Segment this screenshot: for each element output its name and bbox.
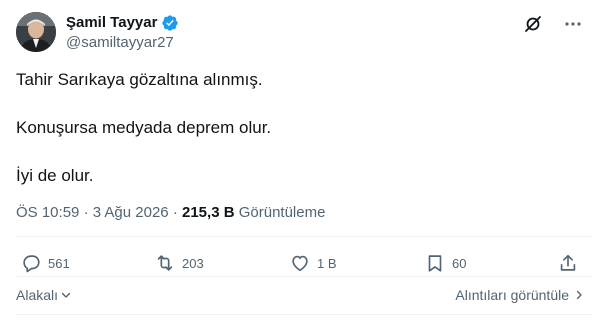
author-display-name[interactable]: Şamil Tayyar [66, 13, 157, 33]
retweet-count: 203 [182, 255, 204, 271]
divider [16, 276, 593, 277]
like-button[interactable]: 1 B [289, 252, 337, 274]
bookmark-count: 60 [452, 255, 467, 271]
tweet-date[interactable]: 3 Ağu 2026 [93, 204, 169, 221]
tweet-paragraph: Tahir Sarıkaya gözaltına alınmış. [16, 70, 263, 89]
bookmark-button[interactable]: 60 [424, 252, 466, 274]
tweet-text: Tahir Sarıkaya gözaltına alınmış. Konuşu… [16, 68, 576, 188]
heart-icon [292, 255, 308, 272]
more-icon[interactable] [563, 14, 583, 34]
bookmark-icon [428, 255, 442, 272]
views-label: Görüntüleme [238, 204, 326, 221]
sort-label: Alakalı [16, 287, 59, 303]
author-handle[interactable]: @samiltayyar27 [66, 33, 174, 53]
author-name-row[interactable]: Şamil Tayyar [66, 13, 179, 33]
tweet-paragraph: Konuşursa medyada deprem olur. [16, 118, 272, 137]
quotes-link-label: Alıntıları görüntüle [455, 287, 569, 303]
divider [16, 314, 593, 315]
like-count: 1 B [317, 255, 337, 271]
tweet-metadata: ÖS 10:59 · 3 Ağu 2026 · 215,3 B Görüntül… [16, 203, 325, 223]
share-icon [560, 254, 576, 271]
reply-count: 561 [48, 255, 70, 271]
meta-separator: · [83, 204, 89, 221]
avatar[interactable] [16, 12, 56, 52]
chevron-down-icon [61, 292, 71, 298]
retweet-button[interactable]: 203 [154, 252, 204, 274]
divider [16, 236, 593, 237]
tweet-paragraph: İyi de olur. [16, 166, 94, 185]
reply-button[interactable]: 561 [20, 252, 70, 274]
verified-badge-icon [161, 14, 179, 32]
tweet-time[interactable]: ÖS 10:59 [16, 204, 79, 221]
tweet-card: Şamil Tayyar @samiltayyar27 Tahir Sarıka… [0, 0, 609, 322]
tweet-top-actions [523, 14, 583, 34]
chevron-right-icon [576, 290, 582, 300]
sort-replies-dropdown[interactable]: Alakalı [16, 286, 72, 304]
grok-icon[interactable] [523, 14, 543, 34]
views-count: 215,3 B [182, 204, 235, 221]
retweet-icon [157, 255, 173, 271]
avatar-image [16, 12, 56, 52]
view-quotes-link[interactable]: Alıntıları görüntüle [455, 286, 585, 304]
reply-icon [23, 255, 40, 273]
meta-separator: · [172, 204, 178, 221]
share-button[interactable] [557, 252, 579, 274]
tweet-action-bar: 561 203 1 B 60 [16, 252, 593, 276]
